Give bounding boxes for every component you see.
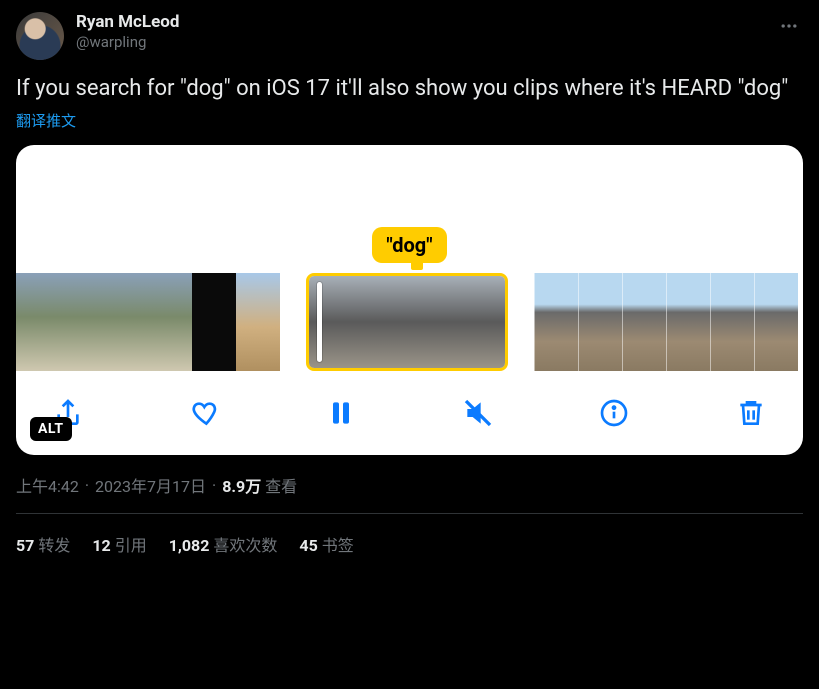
- thumbnail-frame: [449, 276, 505, 368]
- retweets-stat[interactable]: 57转发: [16, 532, 70, 556]
- alt-badge[interactable]: ALT: [30, 417, 72, 441]
- views-count: 8.9万: [222, 477, 261, 496]
- more-button[interactable]: [775, 12, 803, 44]
- meta-date[interactable]: 2023年7月17日: [95, 473, 206, 497]
- thumbnail-frame: [666, 273, 710, 371]
- quotes-stat[interactable]: 12 引用: [92, 532, 146, 556]
- video-timeline[interactable]: [16, 273, 803, 371]
- pause-button[interactable]: [325, 397, 357, 429]
- timeline-clip-active[interactable]: [306, 273, 508, 371]
- tweet-meta: 上午4:42 · 2023年7月17日 · 8.9万 查看: [16, 473, 803, 514]
- thumbnail-frame: [622, 273, 666, 371]
- tweet-header: Ryan McLeod @warpling: [16, 12, 803, 60]
- display-name: Ryan McLeod: [76, 12, 763, 32]
- pause-icon: [325, 397, 357, 429]
- thumbnail-frame: [104, 273, 148, 371]
- thumbnail-frame: [309, 276, 379, 368]
- retweets-count: 57: [16, 536, 34, 555]
- meta-time[interactable]: 上午4:42: [16, 473, 79, 497]
- meta-dot: ·: [85, 476, 89, 495]
- views-label: 查看: [261, 477, 297, 496]
- heart-icon: [189, 397, 221, 429]
- quotes-count: 12: [92, 536, 110, 555]
- thumbnail-frame: [379, 276, 449, 368]
- thumbnail-frame: [578, 273, 622, 371]
- media-card[interactable]: "dog": [16, 145, 803, 455]
- handle: @warpling: [76, 32, 763, 52]
- thumbnail-frame: [60, 273, 104, 371]
- info-icon: [598, 397, 630, 429]
- timeline-clip[interactable]: [16, 273, 280, 371]
- thumbnail-frame: [710, 273, 754, 371]
- thumbnail-frame: [192, 273, 236, 371]
- retweets-label: 转发: [38, 536, 70, 555]
- thumbnail-frame: [534, 273, 578, 371]
- thumbnail-frame: [754, 273, 798, 371]
- delete-button[interactable]: [735, 397, 767, 429]
- thumbnail-frame: [148, 273, 192, 371]
- quotes-label: 引用: [115, 536, 147, 555]
- bookmarks-stat[interactable]: 45 书签: [299, 532, 353, 556]
- tweet-container: Ryan McLeod @warpling If you search for …: [0, 0, 819, 574]
- thumbnail-frame: [16, 273, 60, 371]
- speaker-mute-icon: [462, 397, 494, 429]
- tweet-stats: 57转发 12 引用 1,082喜欢次数 45 书签: [16, 514, 803, 574]
- bookmarks-label: 书签: [322, 536, 354, 555]
- trash-icon: [735, 397, 767, 429]
- media-toolbar: [16, 371, 803, 441]
- caption-row: "dog": [16, 227, 803, 263]
- ellipsis-icon: [779, 16, 799, 36]
- like-button[interactable]: [189, 397, 221, 429]
- thumbnail-frame: [236, 273, 280, 371]
- likes-label: 喜欢次数: [213, 536, 277, 555]
- translate-link[interactable]: 翻译推文: [16, 110, 803, 131]
- meta-dot: ·: [212, 476, 216, 495]
- caption-bubble: "dog": [372, 227, 446, 263]
- likes-stat[interactable]: 1,082喜欢次数: [169, 532, 278, 556]
- author-block[interactable]: Ryan McLeod @warpling: [76, 12, 763, 52]
- tweet-text: If you search for "dog" on iOS 17 it'll …: [16, 74, 803, 104]
- bookmarks-count: 45: [299, 536, 317, 555]
- timeline-clip[interactable]: [534, 273, 798, 371]
- mute-button[interactable]: [462, 397, 494, 429]
- likes-count: 1,082: [169, 536, 210, 555]
- avatar[interactable]: [16, 12, 64, 60]
- info-button[interactable]: [598, 397, 630, 429]
